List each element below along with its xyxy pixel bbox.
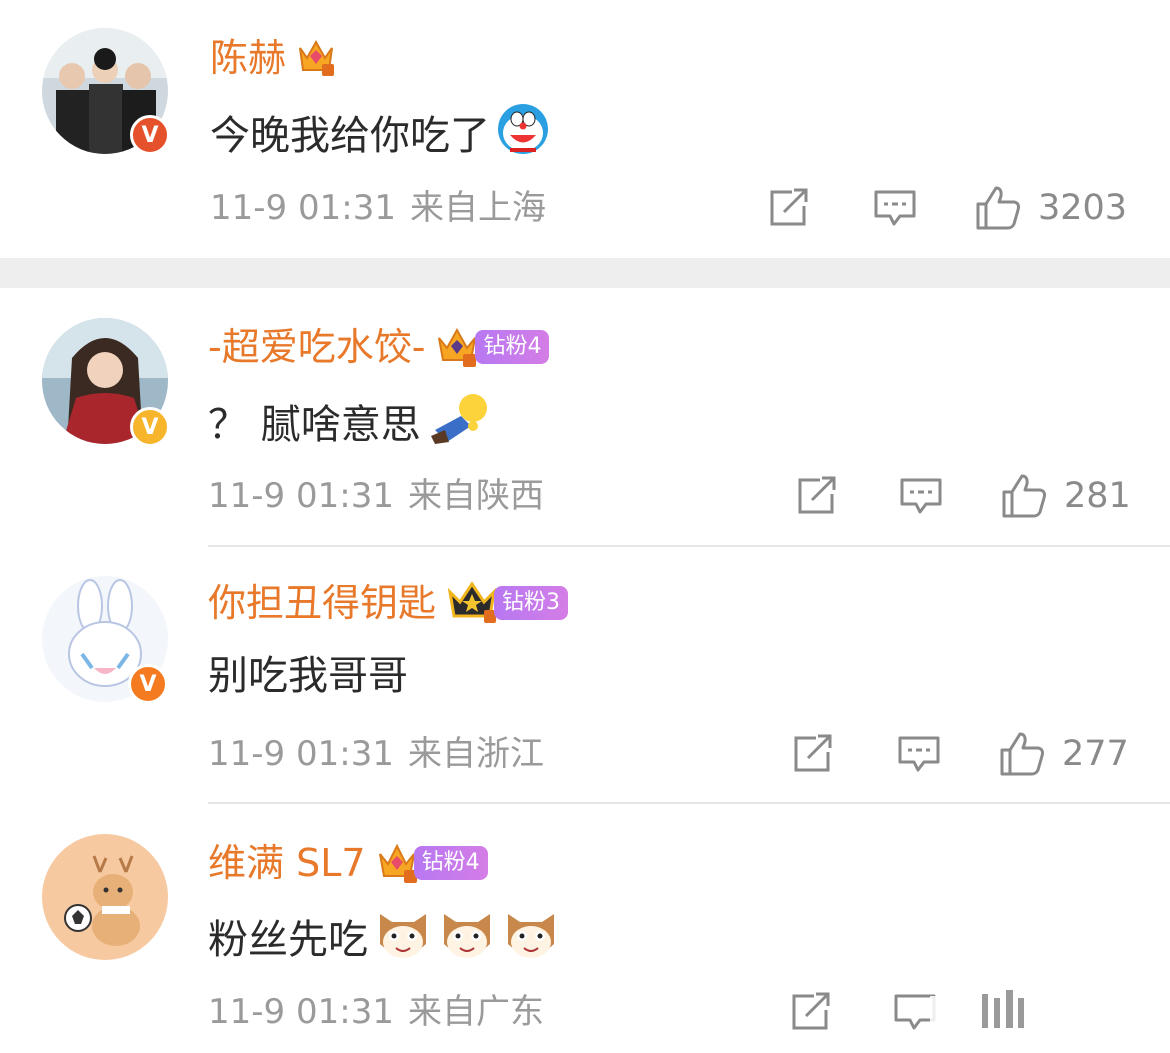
crown-level-icon [444, 578, 500, 628]
username[interactable]: -超爱吃水饺- [208, 323, 425, 371]
like-button[interactable]: 277 [998, 730, 1129, 778]
thumbs-up-icon [976, 186, 1020, 230]
timestamp: 11-9 01:31 [208, 734, 394, 774]
location: 来自陕西 [407, 476, 544, 516]
like-count: 277 [1062, 734, 1129, 774]
username-row: 你担丑得钥匙 钻粉3 [208, 578, 569, 628]
comment-text: 今晚我给你吃了 [210, 102, 550, 169]
comment-text: 别吃我哥哥 [208, 650, 408, 702]
share-button[interactable] [794, 474, 840, 518]
comment-meta: 11-9 01:31 来自陕西 [208, 474, 544, 518]
comment-icon [898, 736, 940, 772]
doraemon-emoji-icon [496, 102, 550, 169]
like-count: 281 [1064, 476, 1131, 516]
like-count: 3203 [1038, 188, 1128, 228]
fan-level-badge[interactable]: 钻粉4 [475, 330, 550, 364]
username[interactable]: 维满 SL7 [208, 839, 366, 887]
location: 来自广东 [407, 992, 544, 1032]
crown-level-icon [374, 838, 420, 888]
fan-level-badge[interactable]: 钻粉3 [494, 586, 569, 620]
reply-button[interactable] [872, 186, 918, 230]
lying-down-emoji-icon [427, 390, 491, 459]
cat-face-emoji-icon [438, 904, 496, 975]
timestamp: 11-9 01:31 [208, 992, 394, 1032]
share-icon [770, 188, 808, 226]
crown-level-icon [294, 34, 338, 82]
username-row: 陈赫 [210, 34, 338, 82]
like-button[interactable]: 281 [1000, 472, 1131, 520]
cat-face-emoji-icon [502, 904, 560, 975]
share-button[interactable] [790, 732, 836, 776]
comment-item: V 陈赫 今晚我给你吃了 11-9 01:31 来自上海 3203 [0, 0, 1170, 258]
comment-icon [900, 478, 942, 514]
location: 来自浙江 [407, 734, 544, 774]
like-button[interactable]: 3203 [974, 184, 1127, 232]
timestamp: 11-9 01:31 [210, 188, 396, 228]
verified-badge-icon: V [128, 664, 168, 704]
comment-meta: 11-9 01:31 来自广东 [208, 990, 544, 1034]
thumbs-up-icon [1002, 474, 1046, 518]
reply-button[interactable] [898, 474, 944, 518]
comment-icon [874, 190, 916, 226]
username[interactable]: 陈赫 [210, 34, 286, 82]
watermark-icon [930, 990, 1040, 1028]
comment-body: 粉丝先吃 [208, 916, 368, 963]
cat-face-emoji-icon [374, 904, 432, 975]
comment-item: V 你担丑得钥匙 钻粉3 别吃我哥哥 11-9 01:31 来自浙江 277 [0, 546, 1170, 804]
comment-item: 维满 SL7 钻粉4 粉丝先吃 11-9 01:31 来自广东 [0, 804, 1170, 1053]
share-icon [794, 734, 832, 772]
timestamp: 11-9 01:31 [208, 476, 394, 516]
comment-text: 粉丝先吃 [208, 904, 560, 975]
verified-badge-icon: V [130, 407, 170, 447]
comment-meta: 11-9 01:31 来自上海 [210, 186, 546, 230]
fan-level-badge[interactable]: 钻粉4 [413, 846, 488, 880]
username-row: 维满 SL7 钻粉4 [208, 838, 488, 888]
username-row: -超爱吃水饺- 钻粉4 [208, 322, 550, 372]
location: 来自上海 [409, 188, 546, 228]
section-separator [0, 258, 1170, 288]
share-icon [798, 476, 836, 514]
share-button[interactable] [788, 990, 834, 1034]
watermark-overlay [930, 986, 1040, 1036]
verified-badge-icon: V [130, 115, 170, 155]
comment-meta: 11-9 01:31 来自浙江 [208, 732, 544, 776]
thumbs-up-icon [1000, 732, 1044, 776]
comment-text: ？ 腻啥意思 [208, 390, 491, 459]
comment-body: ？ 腻啥意思 [208, 401, 421, 448]
comment-body: 别吃我哥哥 [208, 653, 408, 699]
share-button[interactable] [766, 186, 812, 230]
avatar[interactable] [42, 834, 168, 960]
comment-item: V -超爱吃水饺- 钻粉4 ？ 腻啥意思 11-9 01:31 来自陕西 281 [0, 288, 1170, 546]
comment-body: 今晚我给你吃了 [210, 112, 490, 159]
username[interactable]: 你担丑得钥匙 [208, 579, 436, 627]
reply-button[interactable] [896, 732, 942, 776]
share-icon [792, 992, 830, 1030]
crown-level-icon [433, 322, 481, 372]
